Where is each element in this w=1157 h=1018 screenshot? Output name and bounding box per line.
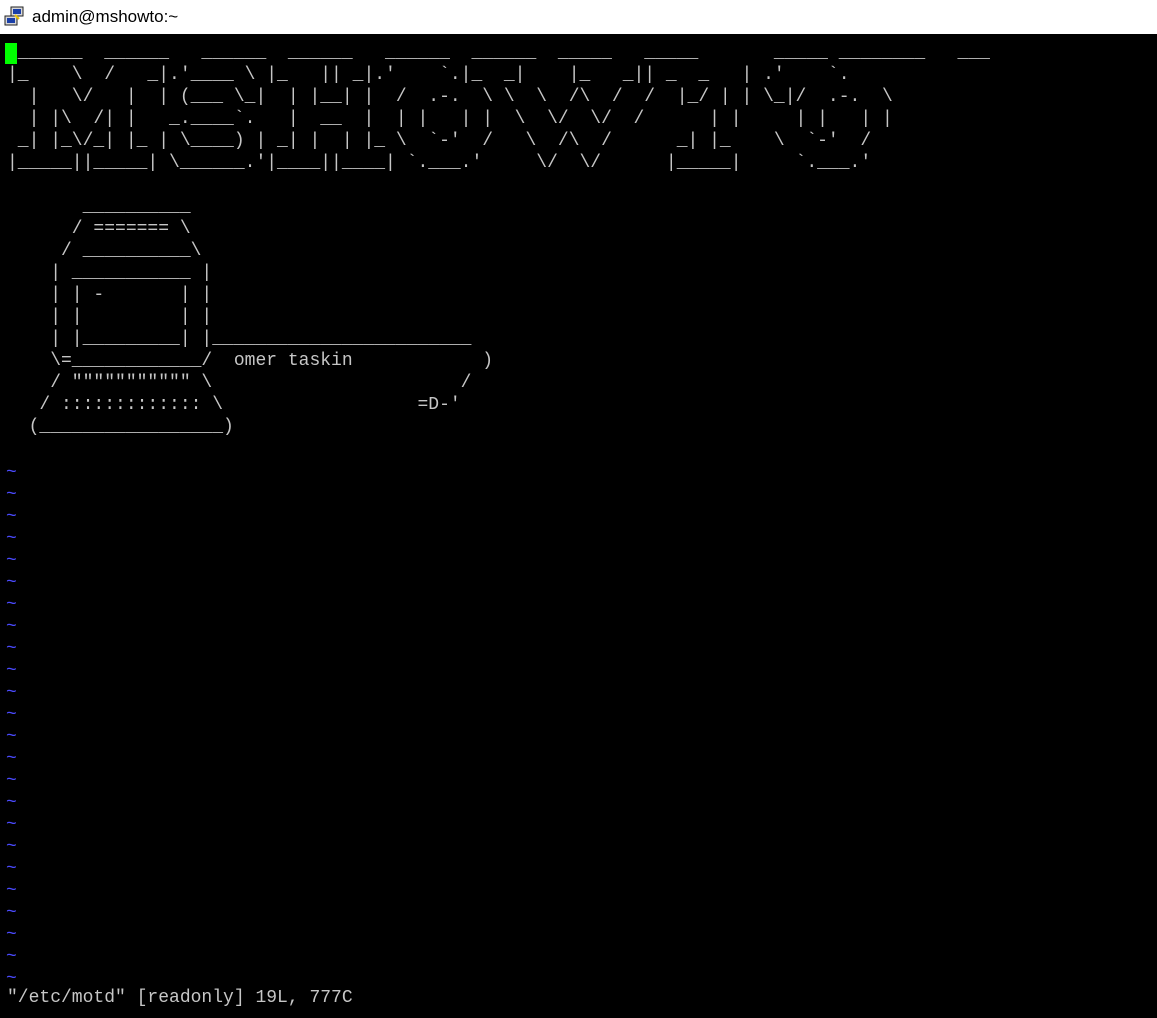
tilde-line: ~ xyxy=(6,463,17,483)
window-title: admin@mshowto:~ xyxy=(32,7,179,26)
tilde-line: ~ xyxy=(6,749,17,769)
tilde-line: ~ xyxy=(6,639,17,659)
tilde-line: ~ xyxy=(6,683,17,703)
tilde-line: ~ xyxy=(6,947,17,967)
tilde-line: ~ xyxy=(6,903,17,923)
putty-icon[interactable] xyxy=(4,6,26,28)
tilde-line: ~ xyxy=(6,617,17,637)
tilde-line: ~ xyxy=(6,727,17,747)
terminal-cursor xyxy=(5,43,17,64)
tilde-line: ~ xyxy=(6,881,17,901)
tilde-line: ~ xyxy=(6,595,17,615)
tilde-line: ~ xyxy=(6,661,17,681)
tilde-line: ~ xyxy=(6,573,17,593)
tilde-line: ~ xyxy=(6,837,17,857)
tilde-line: ~ xyxy=(6,925,17,945)
motd-file-content: ______ ______ ______ ______ ______ _____… xyxy=(7,43,990,437)
terminal-area[interactable]: ______ ______ ______ ______ ______ _____… xyxy=(0,34,1157,1018)
tilde-line: ~ xyxy=(6,529,17,549)
tilde-line: ~ xyxy=(6,793,17,813)
tilde-line: ~ xyxy=(6,859,17,879)
tilde-line: ~ xyxy=(6,771,17,791)
tilde-line: ~ xyxy=(6,507,17,527)
tilde-line: ~ xyxy=(6,485,17,505)
window-titlebar: admin@mshowto:~ xyxy=(0,0,1157,34)
tilde-line: ~ xyxy=(6,815,17,835)
empty-line-tildes: ~ ~ ~ ~ ~ ~ ~ ~ ~ ~ ~ ~ ~ ~ ~ ~ ~ ~ ~ ~ ~ ~ ~ ~ xyxy=(6,462,17,990)
vim-status-message: "/etc/motd" [readonly] 19L, 777C xyxy=(7,988,353,1008)
tilde-line: ~ xyxy=(6,551,17,571)
tilde-line: ~ xyxy=(6,705,17,725)
